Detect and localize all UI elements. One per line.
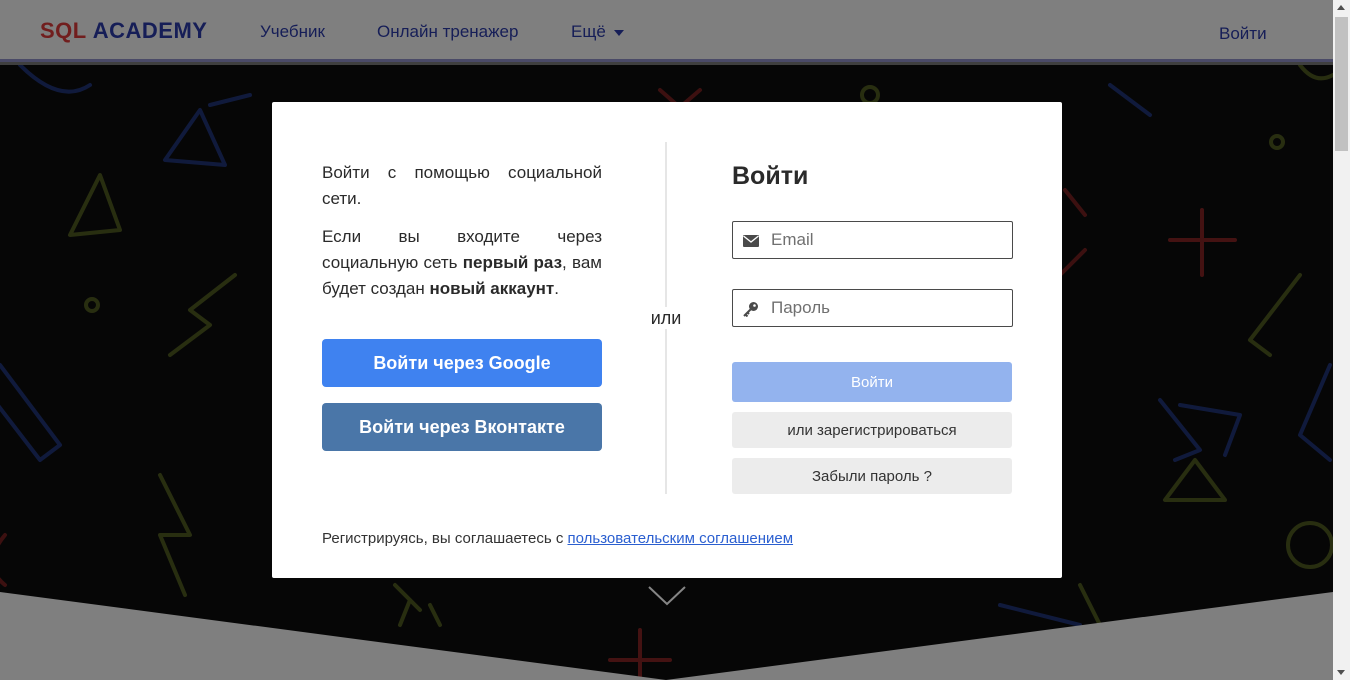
google-login-button[interactable]: Войти через Google: [322, 339, 602, 387]
scroll-down-arrow-icon[interactable]: [1337, 670, 1345, 675]
vk-login-button[interactable]: Войти через Вконтакте: [322, 403, 602, 451]
agreement-text: Регистрируясь, вы соглашаетесь с пользов…: [322, 530, 794, 547]
social-login-section: Войти с помощью социальной сети. Если вы…: [322, 160, 602, 314]
email-field[interactable]: [732, 221, 1013, 259]
login-modal: Войти с помощью социальной сети. Если вы…: [272, 102, 1062, 578]
new-account-emphasis: новый аккаунт: [429, 279, 555, 298]
envelope-icon: [743, 235, 759, 247]
register-button[interactable]: или зарегистрироваться: [732, 412, 1012, 448]
email-input[interactable]: [771, 222, 1006, 258]
login-submit-button[interactable]: Войти: [732, 362, 1012, 402]
password-input[interactable]: [771, 290, 1006, 326]
forgot-password-button[interactable]: Забыли пароль ?: [732, 458, 1012, 494]
user-agreement-link[interactable]: пользовательским соглашением: [568, 530, 794, 547]
scroll-thumb[interactable]: [1335, 17, 1348, 151]
key-icon: [743, 302, 758, 317]
password-field[interactable]: [732, 289, 1013, 327]
scroll-up-arrow-icon[interactable]: [1337, 5, 1345, 10]
first-time-emphasis: первый раз: [462, 253, 563, 272]
social-intro-text: Войти с помощью социальной сети.: [322, 163, 602, 208]
social-note-text: Если вы входите через социальную сеть пе…: [322, 227, 602, 298]
login-title: Войти: [732, 162, 809, 190]
page-scrollbar[interactable]: [1333, 0, 1350, 680]
or-separator-label: или: [642, 307, 690, 329]
